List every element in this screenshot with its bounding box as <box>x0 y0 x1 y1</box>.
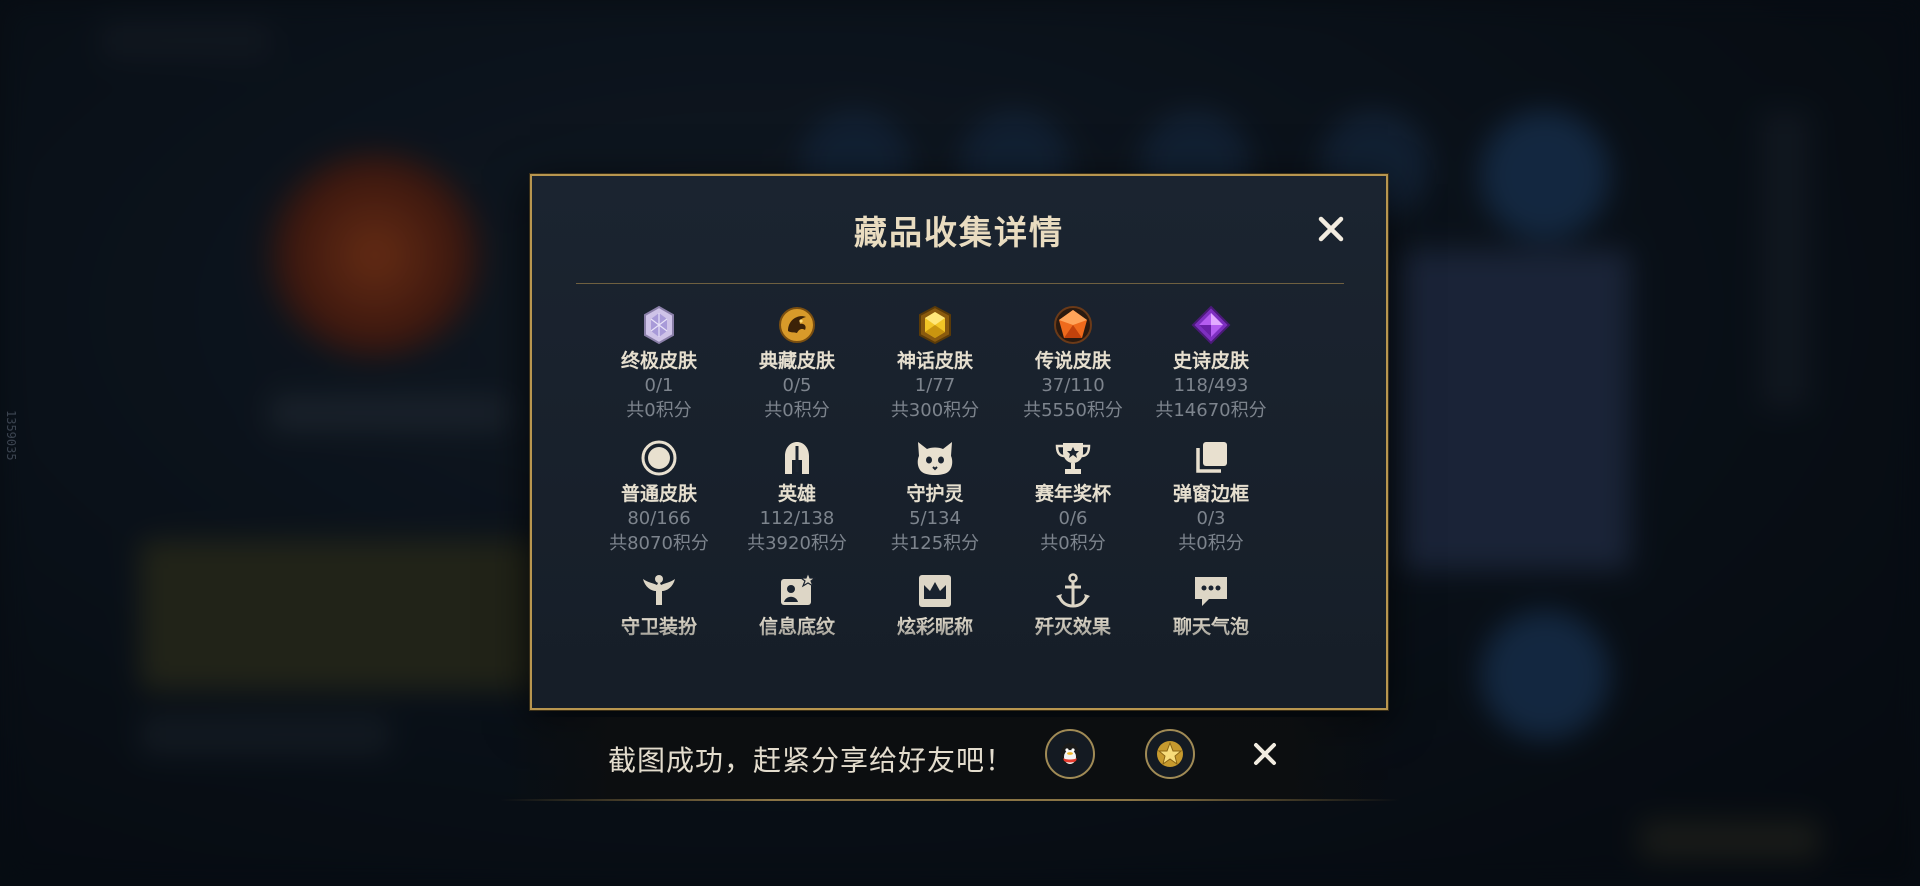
item-name: 传说皮肤 <box>1034 350 1111 372</box>
collection-item-epic-skin[interactable]: 史诗皮肤 118/493 共14670积分 <box>1142 304 1280 423</box>
popup-frame-icon <box>1190 437 1232 479</box>
collection-skin-gem-icon <box>776 304 818 346</box>
item-name: 弹窗边框 <box>1172 483 1249 505</box>
item-name: 炫彩昵称 <box>896 616 973 638</box>
item-count: 37/110 <box>1041 375 1105 396</box>
item-points: 共0积分 <box>1178 533 1244 554</box>
normal-skin-circle-icon <box>638 437 680 479</box>
legendary-skin-gem-icon <box>1052 304 1094 346</box>
share-star-button[interactable] <box>1145 729 1195 779</box>
item-points: 共125积分 <box>890 533 980 554</box>
item-points: 共300积分 <box>890 400 980 421</box>
item-name: 史诗皮肤 <box>1172 350 1249 372</box>
item-count: 0/1 <box>644 375 674 396</box>
item-count: 0/3 <box>1196 508 1226 529</box>
item-points: 共0积分 <box>1040 533 1106 554</box>
item-name: 典藏皮肤 <box>758 350 835 372</box>
collection-grid: 终极皮肤 0/1 共0积分 典藏皮肤 0/5 共0积分 神话皮肤 1/77 共3… <box>590 304 1280 639</box>
item-name: 普通皮肤 <box>620 483 697 505</box>
collection-item-ultimate-skin[interactable]: 终极皮肤 0/1 共0积分 <box>590 304 728 423</box>
collection-item-season-trophy[interactable]: 赛年奖杯 0/6 共0积分 <box>1004 437 1142 556</box>
item-name: 守护灵 <box>906 483 964 505</box>
mythic-skin-gem-icon <box>914 304 956 346</box>
collection-item-colorful-nickname[interactable]: 炫彩昵称 <box>866 570 1004 639</box>
item-count: 118/493 <box>1173 375 1249 396</box>
item-points: 共8070积分 <box>609 533 709 554</box>
collection-item-guard-outfit[interactable]: 守卫装扮 <box>590 570 728 639</box>
item-count: 0/5 <box>782 375 812 396</box>
colorful-nickname-crown-icon <box>914 570 956 612</box>
guardian-spirit-cat-icon <box>914 437 956 479</box>
item-name: 英雄 <box>777 483 816 505</box>
star-badge-icon <box>1157 741 1183 767</box>
item-points: 共0积分 <box>626 400 692 421</box>
collection-item-normal-skin[interactable]: 普通皮肤 80/166 共8070积分 <box>590 437 728 556</box>
collection-item-legendary-skin[interactable]: 传说皮肤 37/110 共5550积分 <box>1004 304 1142 423</box>
collection-item-guardian-spirit[interactable]: 守护灵 5/134 共125积分 <box>866 437 1004 556</box>
item-name: 神话皮肤 <box>896 350 973 372</box>
item-name: 歼灭效果 <box>1034 616 1111 638</box>
collection-item-hero[interactable]: 英雄 112/138 共3920积分 <box>728 437 866 556</box>
collection-details-modal: 藏品收集详情 终极皮肤 0/1 共0积分 典藏皮肤 0/5 共0积分 神话皮肤 … <box>530 174 1388 710</box>
toast-message: 截图成功，赶紧分享给好友吧！ <box>608 744 1015 777</box>
item-count: 1/77 <box>914 375 956 396</box>
toast-underline <box>500 799 1400 801</box>
item-count: 80/166 <box>627 508 691 529</box>
qq-penguin-icon <box>1061 743 1079 765</box>
toast-close-button[interactable] <box>1250 739 1280 769</box>
kill-effect-anchor-icon <box>1052 570 1094 612</box>
item-count: 0/6 <box>1058 508 1088 529</box>
item-points: 共3920积分 <box>747 533 847 554</box>
close-button[interactable] <box>1314 212 1348 246</box>
hero-helmet-icon <box>776 437 818 479</box>
item-name: 聊天气泡 <box>1172 616 1249 638</box>
item-name: 守卫装扮 <box>620 616 697 638</box>
item-count: 5/134 <box>909 508 961 529</box>
side-id-text: 1359035 <box>4 410 18 461</box>
item-points: 共5550积分 <box>1023 400 1123 421</box>
guard-outfit-icon <box>638 570 680 612</box>
close-icon <box>1254 743 1276 765</box>
share-qq-button[interactable] <box>1045 729 1095 779</box>
modal-title: 藏品收集详情 <box>854 213 1064 252</box>
season-trophy-icon <box>1052 437 1094 479</box>
item-name: 信息底纹 <box>758 616 835 638</box>
item-points: 共0积分 <box>764 400 830 421</box>
chat-bubble-icon <box>1190 570 1232 612</box>
share-toast: 截图成功，赶紧分享给好友吧！ <box>500 717 1400 801</box>
close-icon <box>1318 216 1344 242</box>
item-name: 终极皮肤 <box>620 350 697 372</box>
ultimate-skin-gem-icon <box>638 304 680 346</box>
collection-item-collection-skin[interactable]: 典藏皮肤 0/5 共0积分 <box>728 304 866 423</box>
item-points: 共14670积分 <box>1155 400 1267 421</box>
item-name: 赛年奖杯 <box>1034 483 1111 505</box>
collection-item-popup-frame[interactable]: 弹窗边框 0/3 共0积分 <box>1142 437 1280 556</box>
title-divider <box>576 283 1344 284</box>
info-background-icon <box>776 570 818 612</box>
collection-item-chat-bubble[interactable]: 聊天气泡 <box>1142 570 1280 639</box>
collection-item-mythic-skin[interactable]: 神话皮肤 1/77 共300积分 <box>866 304 1004 423</box>
epic-skin-gem-icon <box>1190 304 1232 346</box>
collection-item-info-background[interactable]: 信息底纹 <box>728 570 866 639</box>
collection-item-kill-effect[interactable]: 歼灭效果 <box>1004 570 1142 639</box>
item-count: 112/138 <box>759 508 835 529</box>
